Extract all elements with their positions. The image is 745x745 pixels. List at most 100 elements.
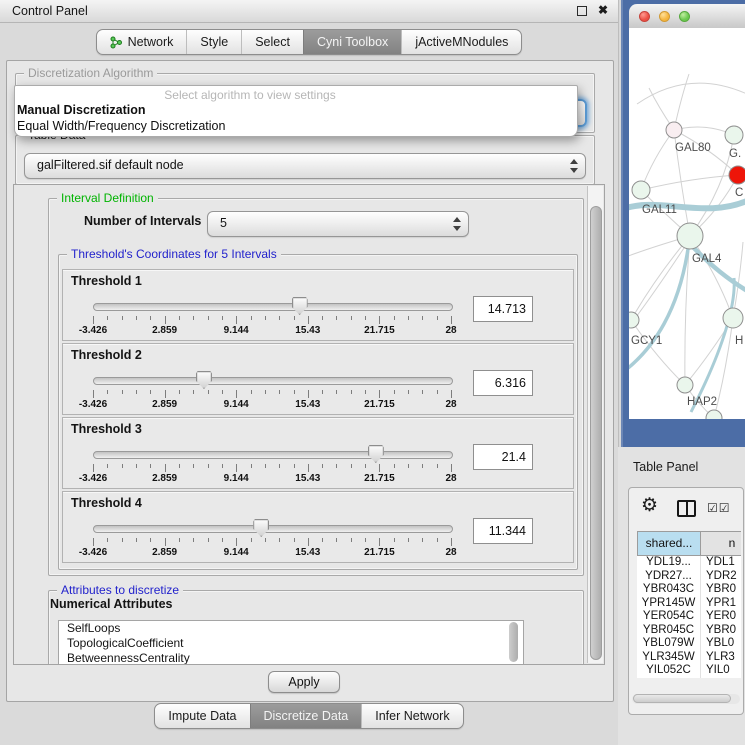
table-cell: YBL0: [701, 637, 741, 651]
table-row[interactable]: YDR27...YDR2: [637, 570, 741, 584]
attribute-item[interactable]: BetweennessCentrality: [59, 651, 523, 665]
tab-label: Impute Data: [168, 709, 236, 723]
horizontal-scrollbar[interactable]: [632, 694, 740, 704]
tab-style[interactable]: Style: [186, 30, 241, 54]
table-panel: Table Panel ⚙ ☑☑ shared...n YDL19...YDL1…: [618, 447, 745, 745]
network-node[interactable]: [677, 223, 703, 249]
float-window-icon[interactable]: [577, 6, 587, 16]
slider-thumb[interactable]: [253, 519, 269, 537]
column-header[interactable]: n: [701, 532, 741, 555]
numerical-attributes-list[interactable]: SelfLoopsTopologicalCoefficientBetweenne…: [58, 620, 524, 665]
tab-jactivemnodules[interactable]: jActiveMNodules: [401, 30, 521, 54]
numerical-attributes-label: Numerical Attributes: [50, 597, 172, 611]
tab-label: jActiveMNodules: [415, 35, 508, 49]
minimize-traffic-light-icon[interactable]: [659, 11, 670, 22]
apply-button[interactable]: Apply: [268, 671, 340, 693]
table-row[interactable]: YDL19...YDL1: [637, 556, 741, 570]
network-node[interactable]: [666, 122, 682, 138]
table-panel-box: ⚙ ☑☑ shared...n YDL19...YDL1YDR27...YDR2…: [628, 487, 744, 715]
table-row[interactable]: YER054CYER0: [637, 610, 741, 624]
tick-label: 28: [445, 473, 456, 484]
slider-thumb[interactable]: [196, 371, 212, 389]
table-row[interactable]: YLR345WYLR3: [637, 651, 741, 665]
table-cell: YBR0: [701, 583, 741, 597]
network-edge[interactable]: [690, 244, 745, 292]
columns-icon[interactable]: [677, 500, 696, 517]
tab-discretize-data[interactable]: Discretize Data: [250, 704, 362, 728]
algorithm-option[interactable]: Manual Discretization: [17, 103, 146, 117]
close-traffic-light-icon[interactable]: [639, 11, 650, 22]
zoom-traffic-light-icon[interactable]: [679, 11, 690, 22]
node-label: GAL11: [642, 204, 677, 216]
tab-infer-network[interactable]: Infer Network: [361, 704, 462, 728]
table-row[interactable]: YPR145WYPR1: [637, 597, 741, 611]
vertical-scrollbar[interactable]: [587, 186, 603, 663]
network-window: GAL80G.CGAL11GAL4GCY1HHAP2: [621, 0, 745, 447]
slider-thumb[interactable]: [292, 297, 308, 315]
network-node[interactable]: [632, 181, 650, 199]
slider-thumb[interactable]: [368, 445, 384, 463]
node-label: H: [735, 335, 743, 347]
slider-track[interactable]: [93, 303, 453, 311]
network-edge[interactable]: [641, 175, 738, 190]
number-of-intervals-value: 5: [220, 216, 227, 230]
tick-label: 21.715: [364, 473, 395, 484]
network-window-titlebar: [629, 4, 745, 29]
vertical-scrollbar-thumb[interactable]: [590, 206, 602, 660]
gear-icon[interactable]: ⚙: [641, 494, 658, 517]
tick-label: 2.859: [152, 547, 177, 558]
tab-label: Style: [200, 35, 228, 49]
close-icon[interactable]: ✖: [598, 3, 608, 17]
column-header[interactable]: shared...: [638, 532, 701, 555]
network-edge[interactable]: [631, 320, 685, 385]
threshold-value-field[interactable]: 11.344: [473, 518, 533, 544]
slider-track[interactable]: [93, 377, 453, 385]
algorithm-option[interactable]: Equal Width/Frequency Discretization: [17, 119, 225, 133]
control-panel-titlebar: Control Panel ✖: [0, 0, 618, 23]
table-cell: YIL0: [701, 664, 741, 678]
network-edge[interactable]: [691, 278, 734, 412]
network-node[interactable]: [723, 308, 743, 328]
table-cell: YPR1: [701, 597, 741, 611]
table-row[interactable]: YBR043CYBR0: [637, 583, 741, 597]
slider-track[interactable]: [93, 525, 453, 533]
tick-label: 9.144: [224, 325, 249, 336]
network-edge[interactable]: [641, 130, 674, 190]
threshold-label: Threshold 4: [71, 496, 142, 510]
horizontal-scrollbar-thumb[interactable]: [633, 694, 731, 703]
threshold-value-field[interactable]: 6.316: [473, 370, 533, 396]
network-edge[interactable]: [674, 74, 689, 130]
tick-label: 21.715: [364, 325, 395, 336]
table-cell: YDR27...: [637, 570, 701, 584]
slider-ticks: [93, 316, 451, 325]
node-label: GAL4: [692, 253, 722, 265]
list-scrollbar-thumb[interactable]: [509, 622, 518, 662]
tab-select[interactable]: Select: [241, 30, 303, 54]
slider-track[interactable]: [93, 451, 453, 459]
network-node[interactable]: [677, 377, 693, 393]
select-columns-checkboxes-icon[interactable]: ☑☑: [707, 501, 731, 515]
network-edge[interactable]: [629, 249, 688, 372]
network-node[interactable]: [725, 126, 743, 144]
threshold-label: Threshold 1: [71, 274, 142, 288]
table-row[interactable]: YBL079WYBL0: [637, 637, 741, 651]
tab-impute-data[interactable]: Impute Data: [155, 704, 249, 728]
tab-cyni-toolbox[interactable]: Cyni Toolbox: [303, 30, 401, 54]
table-cell: YER054C: [637, 610, 701, 624]
threshold-value-field[interactable]: 14.713: [473, 296, 533, 322]
attribute-item[interactable]: SelfLoops: [59, 621, 523, 636]
network-canvas[interactable]: GAL80G.CGAL11GAL4GCY1HHAP2: [629, 28, 745, 419]
table-data-group: Table Data galFiltered.sif default node: [15, 135, 595, 185]
attribute-item[interactable]: TopologicalCoefficient: [59, 636, 523, 651]
threshold-value-field[interactable]: 21.4: [473, 444, 533, 470]
table-row[interactable]: YBR045CYBR0: [637, 624, 741, 638]
number-of-intervals-label: Number of Intervals: [84, 214, 201, 228]
network-node[interactable]: [729, 166, 745, 184]
tab-network[interactable]: Network: [97, 30, 187, 54]
tab-label: Select: [255, 35, 290, 49]
table-data-combobox[interactable]: galFiltered.sif default node: [24, 153, 586, 179]
number-of-intervals-combobox[interactable]: 5: [207, 211, 469, 237]
network-edge[interactable]: [637, 83, 745, 104]
table-row[interactable]: YIL052CYIL0: [637, 664, 741, 678]
network-node[interactable]: [706, 410, 722, 419]
